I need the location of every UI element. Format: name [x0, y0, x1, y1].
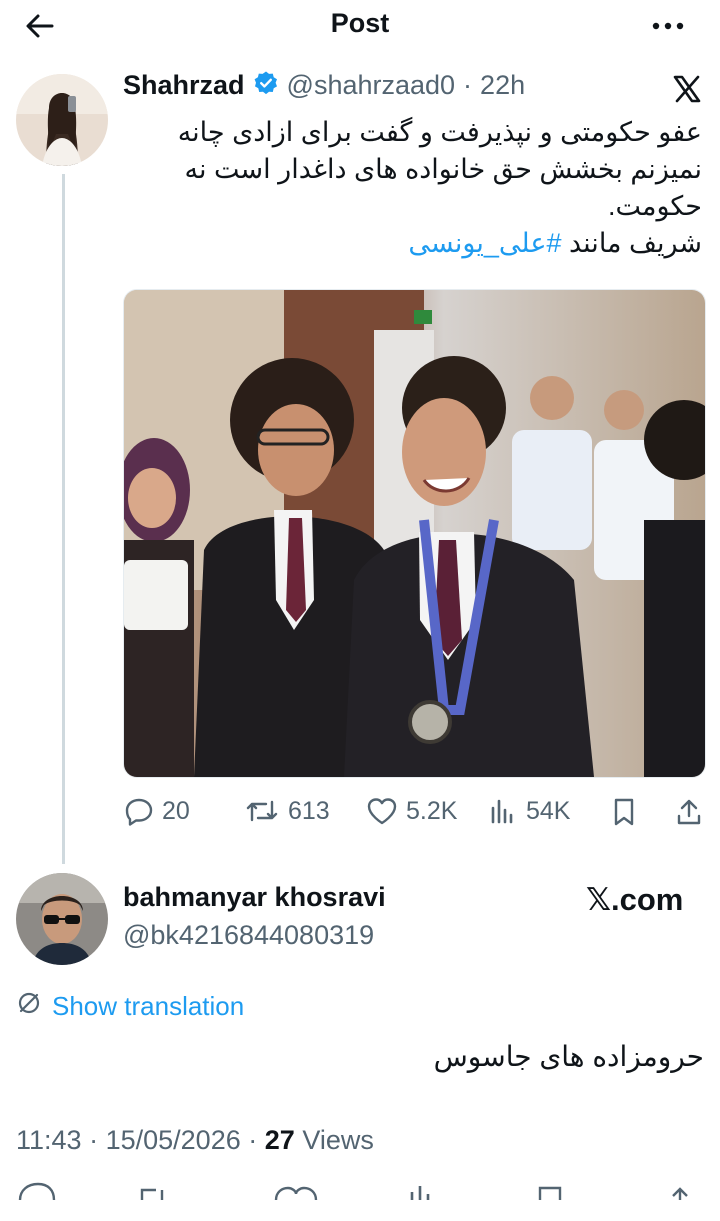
avatar[interactable] — [16, 74, 108, 166]
like-icon[interactable] — [274, 1186, 318, 1201]
author-handle[interactable]: @shahrzaad0 — [287, 70, 456, 101]
translate-icon — [16, 990, 42, 1023]
reply-time[interactable]: 11:43 — [16, 1125, 82, 1155]
like-count: 5.2K — [406, 796, 458, 825]
like-icon — [366, 796, 398, 826]
repost-icon — [244, 796, 280, 826]
reply-icon — [124, 796, 154, 826]
repost-count: 613 — [288, 796, 330, 825]
reply-meta: 11:43 · 15/05/2026 · 27 Views — [16, 1125, 374, 1156]
verified-badge-icon — [253, 70, 279, 101]
tweet-text-line: شریف مانند #علی_یونسی — [122, 225, 702, 262]
show-translation-label: Show translation — [52, 991, 245, 1021]
show-translation-link[interactable]: Show translation — [16, 990, 244, 1023]
separator: · — [248, 1125, 258, 1155]
reply-views-count: 27 — [264, 1125, 295, 1155]
reply-author-handle[interactable]: @bk4216844080319 — [123, 920, 374, 951]
post-time[interactable]: 22h — [480, 70, 525, 101]
tweet-photo[interactable] — [123, 289, 706, 778]
tweet-text-line: حکومت. — [607, 191, 702, 221]
share-icon[interactable] — [672, 1187, 688, 1200]
reply-views-label: Views — [302, 1125, 374, 1155]
reply-actions-bar — [0, 1176, 720, 1216]
separator: · — [463, 70, 473, 100]
page-title: Post — [330, 8, 390, 38]
x-com-brand: 𝕏.com — [586, 882, 684, 917]
share-icon[interactable] — [674, 797, 704, 832]
tweet-text-prefix: شریف مانند — [568, 228, 702, 258]
more-icon[interactable] — [648, 14, 688, 38]
tweet-text: عفو حکومتی و نپذیرفت و گفت برای ازادی چا… — [122, 114, 702, 262]
hashtag-link[interactable]: #علی_یونسی — [408, 228, 561, 258]
x-logo-icon[interactable] — [672, 74, 702, 104]
reply-count: 20 — [162, 796, 190, 825]
reply-date[interactable]: 15/05/2026 — [106, 1125, 241, 1155]
views-icon — [488, 796, 518, 826]
reply-text: حرومزاده های جاسوس — [433, 1041, 704, 1072]
tweet-text-line: نمیزنم بخشش حق خانواده های داغدار است نه — [184, 154, 702, 184]
views-count: 54K — [526, 796, 571, 825]
like-button[interactable]: 5.2K — [366, 796, 457, 826]
repost-icon[interactable] — [140, 1188, 164, 1200]
views-button[interactable]: 54K — [488, 796, 570, 826]
bookmark-icon[interactable] — [610, 797, 638, 832]
tweet-text-line: عفو حکومتی و نپذیرفت و گفت برای ازادی چا… — [177, 117, 702, 147]
views-icon[interactable] — [410, 1186, 430, 1200]
reply-icon[interactable] — [18, 1182, 56, 1201]
repost-button[interactable]: 613 — [244, 796, 330, 826]
author-name[interactable]: Shahrzad — [123, 70, 245, 101]
avatar[interactable] — [16, 873, 108, 965]
bookmark-icon[interactable] — [538, 1186, 562, 1200]
separator: · — [89, 1125, 99, 1155]
reply-author-name[interactable]: bahmanyar khosravi — [123, 882, 386, 913]
thread-connector — [62, 174, 65, 864]
reply-button[interactable]: 20 — [124, 796, 190, 826]
